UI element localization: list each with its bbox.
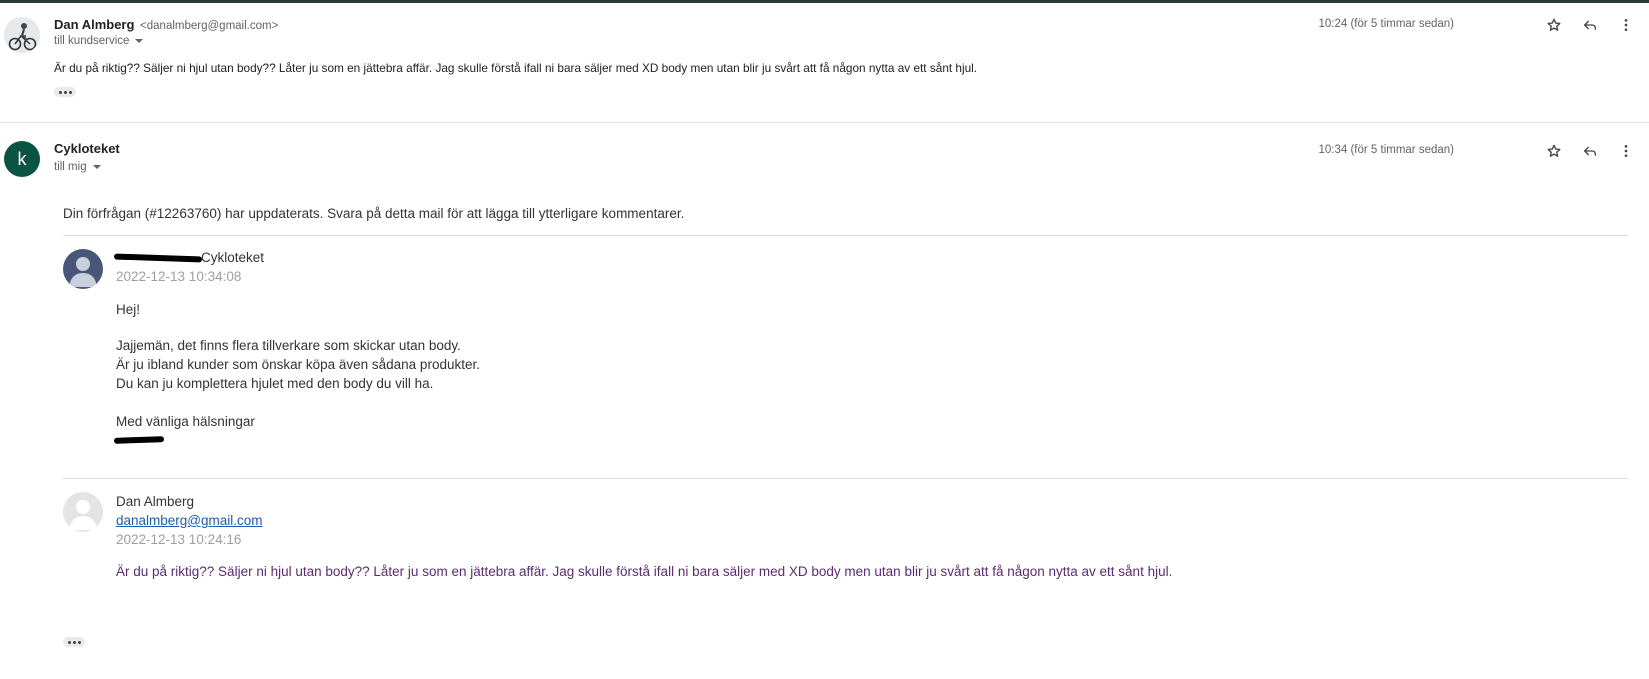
star-icon [1547,18,1561,31]
original-author-name: Dan Almberg [116,494,195,509]
reply-greeting: Hej! [116,302,141,317]
ticket-update-notice: Din förfrågan (#12263760) har uppdaterat… [63,206,685,221]
message-time: 10:34 (för 5 timmar sedan) [1318,144,1454,156]
star-button[interactable] [1543,14,1565,36]
reply-line: Jajjemän, det finns flera tillverkare so… [116,338,461,353]
star-icon [1547,144,1561,157]
person-icon [69,257,97,287]
sender-email: <danalmberg@gmail.com> [140,20,279,32]
chevron-down-icon [135,38,144,43]
redaction-scribble [113,436,165,444]
star-button[interactable] [1543,140,1565,162]
more-vert-icon [1624,145,1628,157]
reply-line: Du kan ju komplettera hjulet med den bod… [116,376,434,391]
person-icon [69,500,97,530]
agent-avatar [63,249,103,289]
original-message-body: Är du på riktig?? Säljer ni hjul utan bo… [116,564,1173,579]
message-collapsed-header[interactable]: Dan Almberg <danalmberg@gmail.com> till … [0,3,1649,123]
sender: Dan Almberg <danalmberg@gmail.com> [54,17,278,32]
chevron-down-icon [92,164,101,169]
reply-icon [1584,20,1596,30]
reply-line: Är ju ibland kunder som önskar köpa även… [116,357,480,372]
customer-avatar [63,492,103,532]
message-snippet: Är du på riktig?? Säljer ni hjul utan bo… [54,61,978,75]
reply-date: 2022-12-13 10:34:08 [116,269,242,284]
message-time: 10:24 (för 5 timmar sedan) [1318,18,1454,30]
more-options-button[interactable] [1615,140,1637,162]
recipients-toggle[interactable]: till kundservice [54,35,144,47]
sender-avatar[interactable]: k [4,141,40,177]
cyclist-avatar[interactable] [4,17,40,53]
reply-button[interactable] [1579,140,1601,162]
show-trimmed-content-button[interactable] [54,87,76,97]
reply-icon [1584,146,1596,156]
show-trimmed-content-button[interactable] [63,637,85,647]
reply-author-company: Cykloteket [201,250,265,265]
recipients-label: till mig [54,161,87,173]
sender-name: Cykloteket [54,141,120,156]
original-author-email-link[interactable]: danalmberg@gmail.com [116,513,263,528]
more-options-button[interactable] [1615,14,1637,36]
reply-closing: Med vänliga hälsningar [116,414,255,429]
original-date: 2022-12-13 10:24:16 [116,532,242,547]
recipients-label: till kundservice [54,35,130,47]
divider [63,235,1628,236]
recipients-toggle[interactable]: till mig [54,161,101,173]
more-vert-icon [1624,19,1628,31]
divider [63,478,1628,479]
sender-name: Dan Almberg [54,17,135,32]
reply-button[interactable] [1579,14,1601,36]
